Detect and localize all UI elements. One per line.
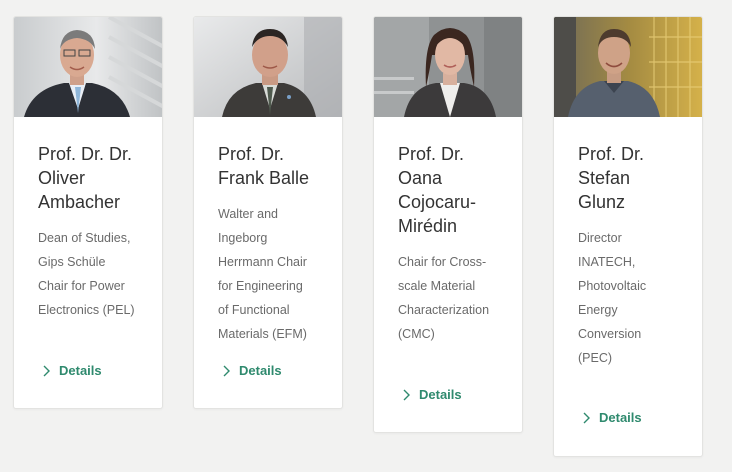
role-line: scale Material: [398, 279, 476, 293]
name-line: Ambacher: [38, 192, 121, 212]
role-line: Chair for Cross-: [398, 255, 487, 269]
role-line: Walter and: [218, 207, 278, 221]
name-line: Oana: [398, 168, 443, 188]
role-line: of Functional: [218, 303, 290, 317]
role-line: (PEC): [578, 351, 613, 365]
person-card-ambacher: Prof. Dr. Dr. Oliver Ambacher Dean of St…: [13, 16, 163, 409]
role-line: (CMC): [398, 327, 435, 341]
details-label: Details: [419, 387, 462, 402]
person-card-glunz: Prof. Dr. Stefan Glunz Director INATECH,…: [553, 16, 703, 457]
person-name: Prof. Dr. Oana Cojocaru- Mirédin: [398, 142, 510, 238]
chevron-right-icon: [223, 365, 230, 376]
person-name: Prof. Dr. Frank Balle: [218, 142, 330, 190]
role-line: Materials (EFM): [218, 327, 307, 341]
person-name: Prof. Dr. Dr. Oliver Ambacher: [38, 142, 150, 214]
name-line: Stefan: [578, 168, 631, 188]
role-line: Ingeborg: [218, 231, 268, 245]
person-name: Prof. Dr. Stefan Glunz: [578, 142, 690, 214]
name-line: Glunz: [578, 192, 626, 212]
role-line: INATECH,: [578, 255, 636, 269]
name-line: Cojocaru-: [398, 192, 477, 212]
role-line: Conversion: [578, 327, 642, 341]
name-line: Prof. Dr.: [398, 144, 465, 164]
person-role: Walter and Ingeborg Herrmann Chair for E…: [218, 202, 330, 346]
details-label: Details: [599, 410, 642, 425]
person-card-cojocaru-miredin: Prof. Dr. Oana Cojocaru- Mirédin Chair f…: [373, 16, 523, 433]
chevron-right-icon: [403, 389, 410, 400]
role-line: Gips Schüle: [38, 255, 106, 269]
portrait-photo: [194, 17, 342, 117]
person-role: Dean of Studies, Gips Schüle Chair for P…: [38, 226, 150, 322]
details-link[interactable]: Details: [222, 363, 282, 378]
details-link[interactable]: Details: [582, 410, 642, 425]
details-link[interactable]: Details: [402, 387, 462, 402]
chevron-right-icon: [583, 412, 590, 423]
portrait-photo: [554, 17, 702, 117]
name-line: Mirédin: [398, 216, 458, 236]
name-line: Frank Balle: [218, 168, 310, 188]
role-line: Characterization: [398, 303, 490, 317]
details-link[interactable]: Details: [42, 363, 102, 378]
role-line: Energy: [578, 303, 618, 317]
role-line: Electronics (PEL): [38, 303, 135, 317]
portrait-photo: [374, 17, 522, 117]
role-line: Chair for Power: [38, 279, 125, 293]
role-line: Director: [578, 231, 622, 245]
name-line: Oliver: [38, 168, 86, 188]
role-line: Dean of Studies,: [38, 231, 131, 245]
person-role: Director INATECH, Photovoltaic Energy Co…: [578, 226, 690, 370]
name-line: Prof. Dr.: [218, 144, 285, 164]
details-label: Details: [239, 363, 282, 378]
portrait-photo: [14, 17, 162, 117]
chevron-right-icon: [43, 365, 50, 376]
details-label: Details: [59, 363, 102, 378]
person-card-balle: Prof. Dr. Frank Balle Walter and Ingebor…: [193, 16, 343, 409]
role-line: Herrmann Chair: [218, 255, 307, 269]
person-role: Chair for Cross- scale Material Characte…: [398, 250, 510, 346]
role-line: Photovoltaic: [578, 279, 647, 293]
role-line: for Engineering: [218, 279, 303, 293]
name-line: Prof. Dr. Dr.: [38, 144, 133, 164]
name-line: Prof. Dr.: [578, 144, 645, 164]
